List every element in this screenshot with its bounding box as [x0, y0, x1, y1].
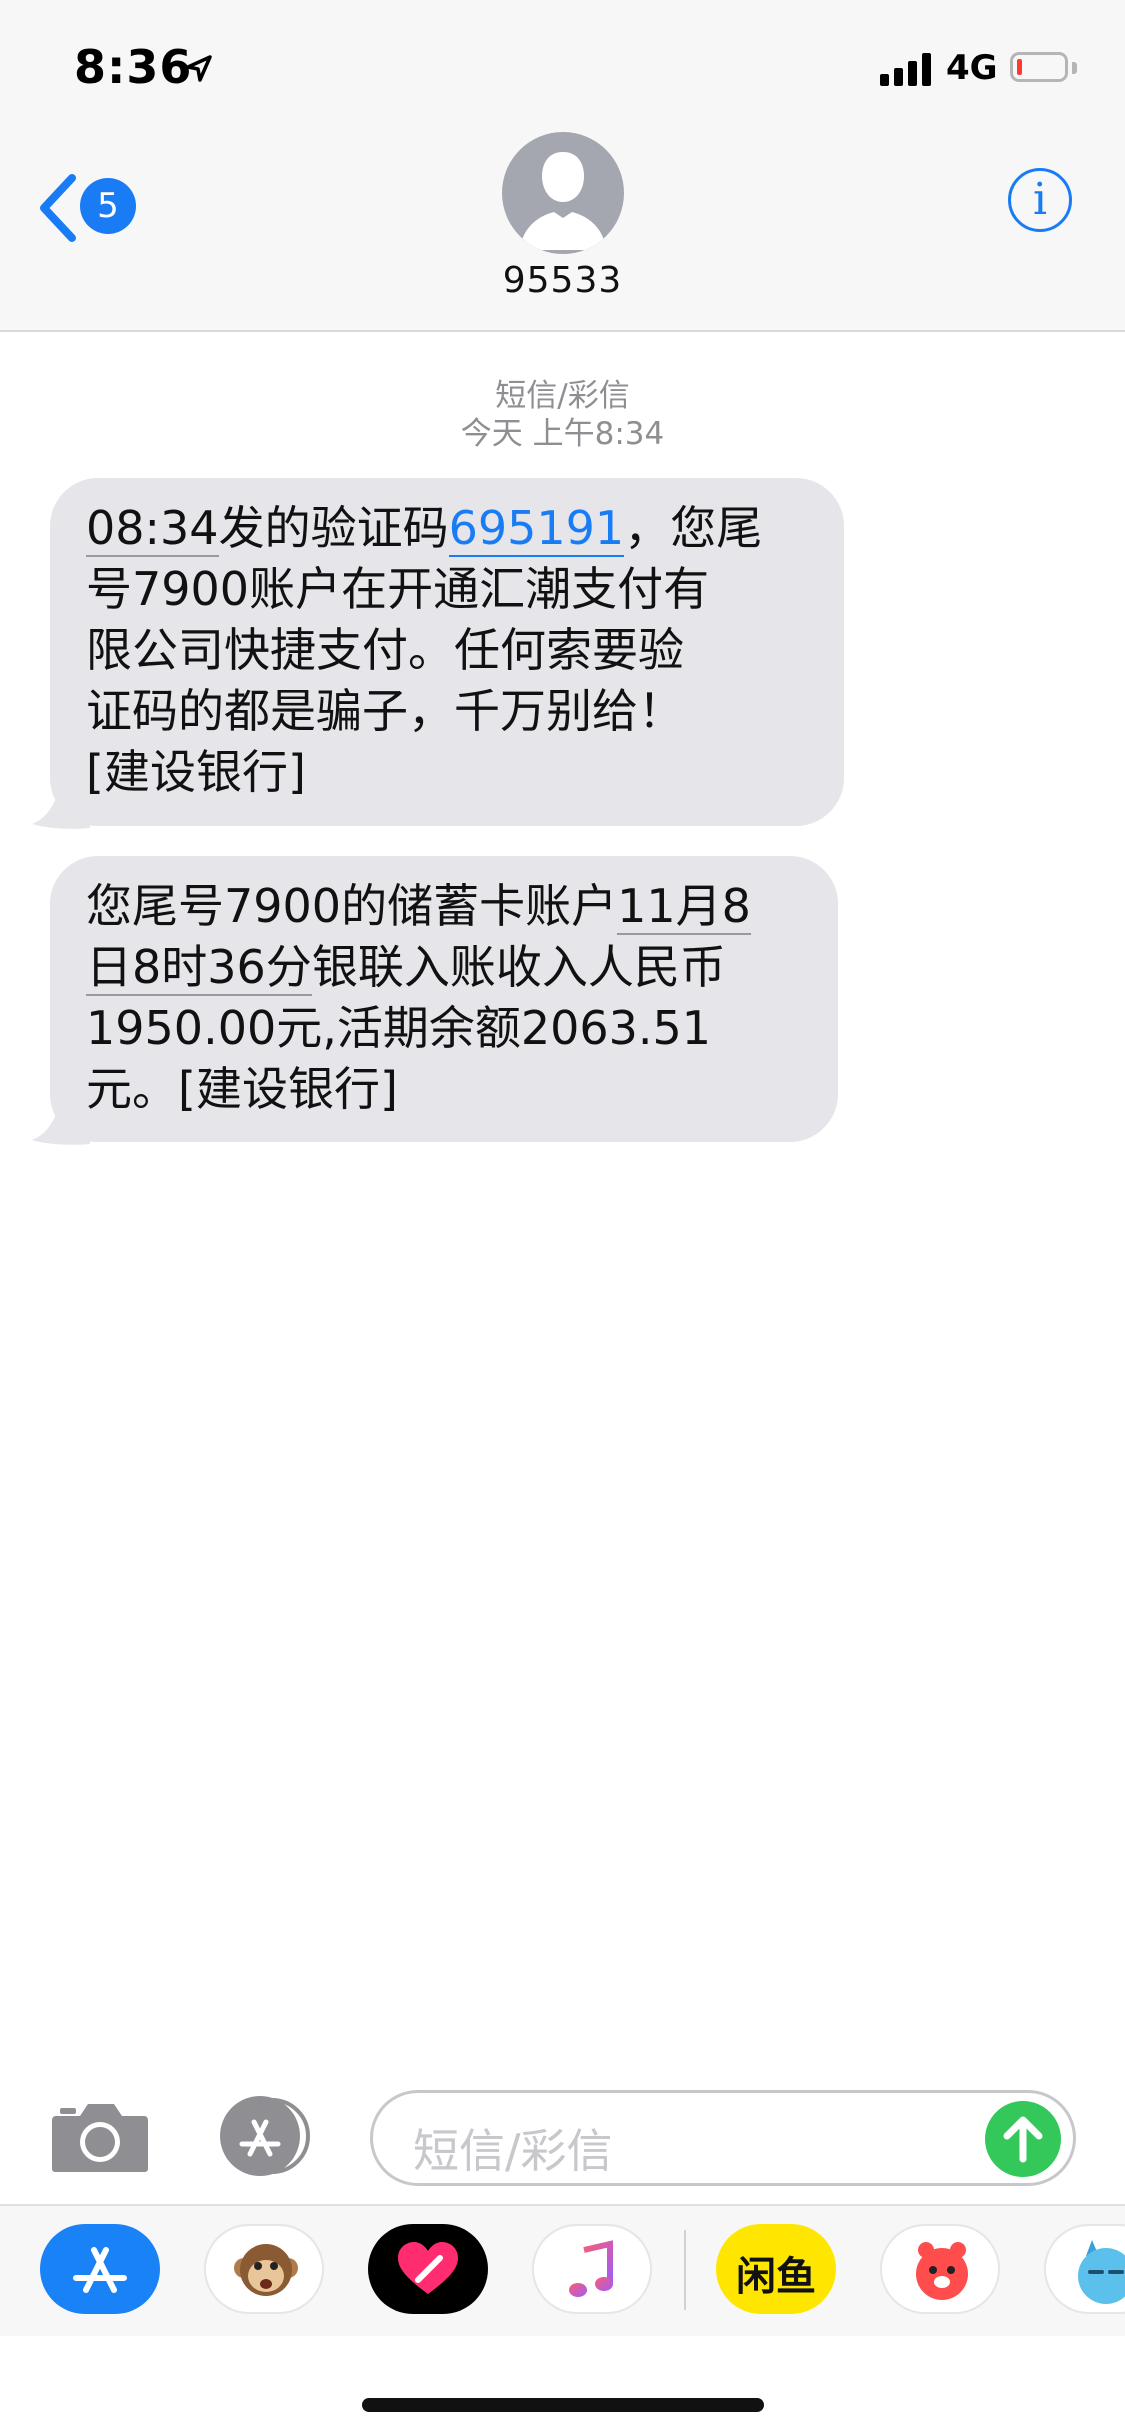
drawer-separator [684, 2230, 686, 2310]
imessage-app-drawer: 闲鱼 [0, 2204, 1125, 2336]
app-store-icon [73, 2247, 127, 2293]
music-app[interactable] [532, 2224, 652, 2314]
music-note-icon [569, 2240, 613, 2297]
contact-avatar[interactable] [502, 132, 624, 254]
avatar-silhouette-icon [520, 152, 606, 250]
date-link[interactable]: 日8时36分 [86, 940, 312, 996]
location-arrow-icon [186, 55, 212, 82]
app-store-button[interactable] [210, 2094, 320, 2178]
message-bubble[interactable]: 08:34发的验证码695191，您尾 号7900账户在开通汇潮支付有 限公司快… [50, 478, 844, 826]
message-text: ，您尾 [624, 501, 763, 555]
info-button[interactable]: i [1008, 168, 1072, 232]
compose-bar: 短信/彩信 [0, 2070, 1125, 2204]
monkey-icon [234, 2244, 298, 2296]
message-line: 1950.00元,活期余额2063.51 [86, 1001, 712, 1055]
battery-icon [1010, 52, 1068, 82]
message-line: 您尾号7900的储蓄卡账户11月8 [86, 876, 802, 937]
message-line: 元。[建设银行] [86, 1062, 398, 1116]
send-arrow-icon [1003, 2116, 1043, 2163]
info-icon: i [1032, 174, 1048, 225]
network-type: 4G [946, 48, 998, 88]
time-link[interactable]: 08:34 [86, 501, 219, 557]
message-line: 08:34发的验证码695191，您尾 [86, 498, 808, 559]
unread-badge: 5 [80, 178, 136, 234]
message-line: 限公司快捷支付。任何索要验 [86, 623, 684, 677]
send-button[interactable] [985, 2101, 1061, 2177]
verification-code-link[interactable]: 695191 [448, 501, 625, 557]
message-line: 证码的都是骗子，千万别给！ [86, 684, 684, 738]
status-bar: 8:36 4G [0, 0, 1125, 132]
xianyu-app[interactable]: 闲鱼 [716, 2224, 836, 2314]
message-text: 发的验证码 [218, 501, 449, 555]
camera-button[interactable] [50, 2100, 150, 2174]
message-text: 银联入账收入人民币 [311, 940, 726, 994]
red-bear-icon [916, 2242, 968, 2300]
conversation-header: 5 95533 i [0, 132, 1125, 332]
app-store-drawer-app[interactable] [40, 2224, 160, 2314]
message-line: 号7900账户在开通汇潮支付有 [86, 562, 710, 616]
message-text: 您尾号7900的储蓄卡账户 [86, 879, 618, 933]
message-line: [建设银行] [86, 745, 306, 799]
date-link[interactable]: 11月8 [617, 879, 751, 935]
blue-monster-icon [1078, 2240, 1125, 2304]
contact-name[interactable]: 95533 [0, 260, 1125, 301]
home-indicator[interactable] [362, 2398, 764, 2412]
camera-icon [52, 2104, 148, 2172]
digital-touch-app[interactable] [368, 2224, 488, 2314]
message-input[interactable]: 短信/彩信 [370, 2090, 1076, 2186]
thread-timestamp: 今天 上午8:34 [460, 416, 665, 452]
animoji-app[interactable] [204, 2224, 324, 2314]
back-button[interactable]: 5 [36, 168, 146, 248]
status-time: 8:36 [74, 40, 193, 94]
back-chevron-icon [40, 174, 76, 242]
message-line: 日8时36分银联入账收入人民币 [86, 937, 802, 998]
xianyu-icon: 闲鱼 [736, 2254, 816, 2300]
message-bubble[interactable]: 您尾号7900的储蓄卡账户11月8 日8时36分银联入账收入人民币 1950.0… [50, 856, 838, 1142]
battery-nub [1072, 62, 1077, 74]
heart-icon [398, 2242, 458, 2294]
message-placeholder: 短信/彩信 [413, 2124, 613, 2178]
sticker-app-monster[interactable] [1044, 2224, 1125, 2314]
signal-icon [880, 53, 931, 86]
sticker-app-bear[interactable] [880, 2224, 1000, 2314]
app-store-icon [220, 2096, 310, 2176]
